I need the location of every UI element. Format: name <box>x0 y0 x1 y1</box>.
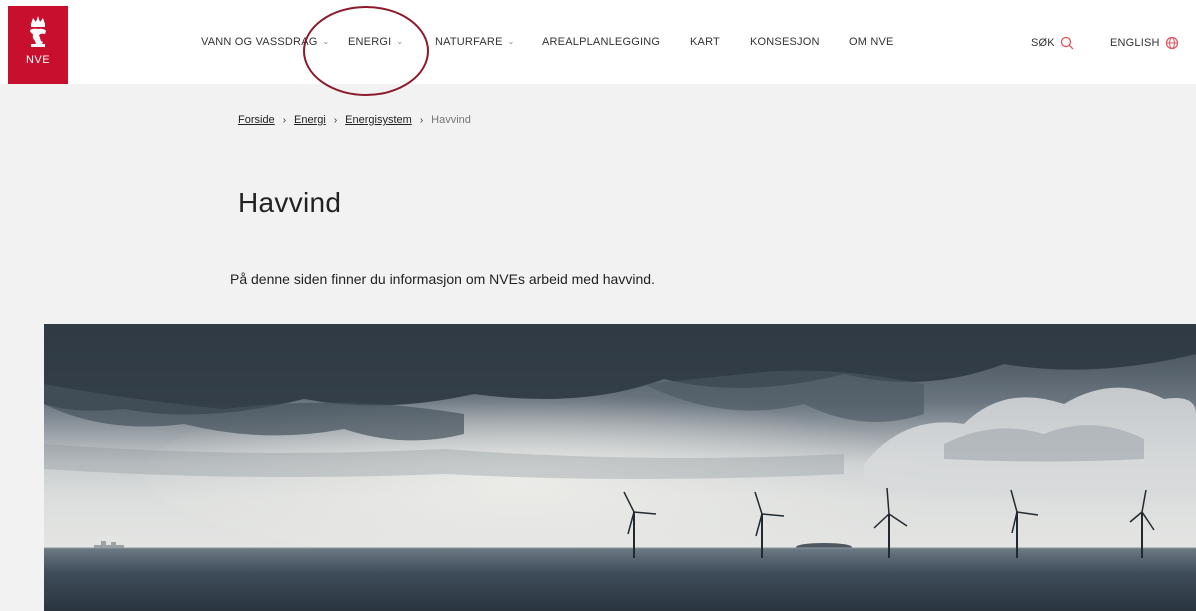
chevron-down-icon: ⌄ <box>322 36 330 46</box>
nav-label: OM NVE <box>849 36 894 48</box>
breadcrumb-link-energisystem[interactable]: Energisystem <box>345 114 412 126</box>
nav-item-konsesjon[interactable]: KONSESJON <box>750 36 820 48</box>
nav-item-energi[interactable]: ENERGI ⌄ <box>348 36 403 48</box>
site-header: NVE VANN OG VASSDRAG ⌄ ENERGI ⌄ NATURFAR… <box>0 0 1196 96</box>
nav-label: NATURFARE <box>435 36 503 48</box>
breadcrumb-separator-icon: › <box>282 114 287 126</box>
breadcrumb-separator-icon: › <box>333 114 338 126</box>
nav-item-arealplanlegging[interactable]: AREALPLANLEGGING <box>542 36 660 48</box>
nav-label: ENERGI <box>348 36 392 48</box>
nav-item-om-nve[interactable]: OM NVE <box>849 36 894 48</box>
nav-label: KART <box>690 36 720 48</box>
nav-item-kart[interactable]: KART <box>690 36 720 48</box>
search-button[interactable]: SØK <box>1031 36 1074 50</box>
lead-paragraph: På denne siden finner du informasjon om … <box>230 271 655 287</box>
breadcrumb-link-forside[interactable]: Forside <box>238 114 275 126</box>
breadcrumb-link-energi[interactable]: Energi <box>294 114 326 126</box>
globe-icon <box>1165 36 1178 50</box>
chevron-down-icon: ⌄ <box>396 36 404 46</box>
breadcrumb-current: Havvind <box>431 114 471 126</box>
nav-item-vann-og-vassdrag[interactable]: VANN OG VASSDRAG ⌄ <box>201 36 329 48</box>
page-title: Havvind <box>238 187 342 218</box>
language-button[interactable]: ENGLISH <box>1110 36 1179 50</box>
language-label: ENGLISH <box>1110 37 1160 49</box>
breadcrumb-separator-icon: › <box>419 114 424 126</box>
hero-image <box>44 324 1196 611</box>
breadcrumb: Forside › Energi › Energisystem › Havvin… <box>238 114 471 126</box>
nav-label: AREALPLANLEGGING <box>542 36 661 48</box>
chevron-down-icon: ⌄ <box>507 36 515 46</box>
nav-label: KONSESJON <box>750 36 820 48</box>
nav-item-naturfare[interactable]: NATURFARE ⌄ <box>435 36 515 48</box>
search-icon <box>1060 36 1074 50</box>
nav-label: VANN OG VASSDRAG <box>201 36 318 48</box>
main-nav: VANN OG VASSDRAG ⌄ ENERGI ⌄ NATURFARE ⌄ … <box>0 0 1196 84</box>
search-label: SØK <box>1031 37 1055 49</box>
